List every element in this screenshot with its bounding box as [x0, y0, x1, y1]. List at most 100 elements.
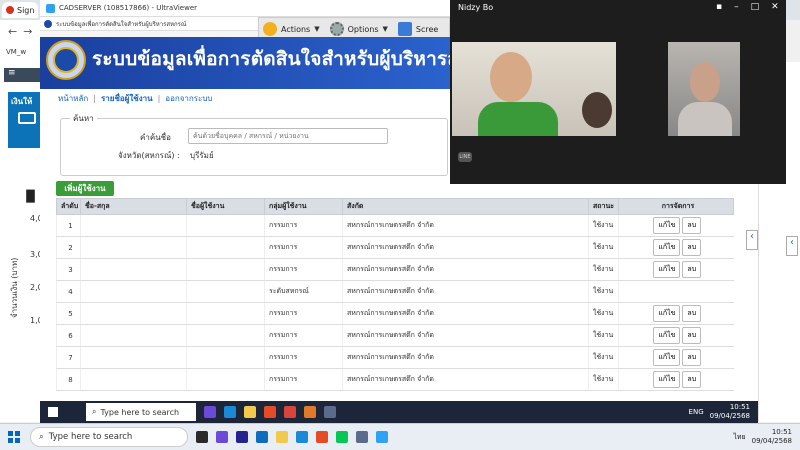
outer-browser-tab[interactable]: Sign	[2, 2, 38, 18]
delete-button[interactable]: ลบ	[682, 239, 702, 256]
delete-button[interactable]: ลบ	[682, 349, 702, 366]
forward-arrow-icon[interactable]: →	[23, 25, 32, 38]
line-icon[interactable]	[336, 431, 348, 443]
row-actions	[618, 280, 734, 303]
caller-video-feed	[452, 42, 616, 136]
search-legend: ค้นหา	[70, 112, 97, 125]
lang-indicator[interactable]: ไทย	[733, 432, 745, 443]
remote-taskbar-search[interactable]: ⌕ Type here to search	[86, 403, 196, 421]
bookmark-vm[interactable]: VM_w	[6, 48, 26, 56]
site-title: ระบบข้อมูลเพื่อการตัดสินใจสำหรับผู้บริหา…	[92, 48, 512, 70]
row-status: ใช้งาน	[588, 324, 619, 347]
table-row: 4 ระดับสหกรณ์ สหกรณ์การเกษตรสตึก จำกัด ใช้ง…	[56, 280, 734, 303]
row-username	[186, 368, 265, 391]
col-header-org: สังกัด	[342, 198, 589, 215]
row-name	[80, 346, 187, 369]
delete-button[interactable]: ลบ	[682, 305, 702, 322]
maximize-icon[interactable]: □	[751, 2, 760, 12]
col-header-group: กลุ่มผู้ใช้งาน	[264, 198, 343, 215]
lang-indicator[interactable]: ENG	[689, 408, 704, 416]
table-row: 6 กรรมการ สหกรณ์การเกษตรสตึก จำกัด ใช้งาน แก…	[56, 324, 734, 347]
file-explorer-icon[interactable]	[276, 431, 288, 443]
row-actions: แก้ไข ลบ	[618, 346, 734, 369]
row-name	[80, 236, 187, 259]
delete-button[interactable]: ลบ	[682, 371, 702, 388]
row-no: 7	[56, 346, 81, 369]
task-view-icon[interactable]	[196, 431, 208, 443]
back-arrow-icon[interactable]: ←	[8, 25, 17, 38]
row-username	[186, 258, 265, 281]
row-org: สหกรณ์การเกษตรสตึก จำกัด	[342, 324, 589, 347]
remote-clock: 10:51 09/04/2568	[710, 403, 750, 421]
chevron-left-icon[interactable]: ‹	[786, 236, 798, 256]
row-name	[80, 324, 187, 347]
actions-menu[interactable]: Actions	[281, 25, 310, 34]
windows-start-icon[interactable]	[48, 407, 58, 417]
chevron-left-icon[interactable]: ‹	[746, 230, 758, 250]
delete-button[interactable]: ลบ	[682, 327, 702, 344]
copilot-icon[interactable]	[204, 406, 216, 418]
province-value: บุรีรัมย์	[190, 151, 214, 160]
hamburger-menu-icon[interactable]: ≡	[4, 68, 40, 82]
row-username	[186, 236, 265, 259]
ultraviewer-taskbar-icon[interactable]	[356, 431, 368, 443]
col-header-actions: การจัดการ	[618, 198, 734, 215]
chrome-icon[interactable]	[316, 431, 328, 443]
row-status: ใช้งาน	[588, 302, 619, 325]
outer-tab-label: Sign	[17, 5, 35, 15]
app-icon[interactable]	[304, 406, 316, 418]
row-group: กรรมการ	[264, 368, 343, 391]
add-user-button[interactable]: เพิ่มผู้ใช้งาน	[56, 181, 114, 196]
row-status: ใช้งาน	[588, 258, 619, 281]
keyword-label: คำค้นชื่อ	[140, 133, 171, 142]
row-org: สหกรณ์การเกษตรสตึก จำกัด	[342, 236, 589, 259]
edit-button[interactable]: แก้ไข	[653, 217, 681, 234]
screen-menu[interactable]: Scree	[416, 25, 438, 34]
delete-button[interactable]: ลบ	[682, 217, 702, 234]
call-caller-name: Nidzy Bo	[458, 3, 494, 12]
search-icon: ⌕	[92, 407, 97, 416]
windows-start-icon[interactable]	[8, 431, 20, 443]
edit-button[interactable]: แก้ไข	[653, 305, 681, 322]
file-explorer-icon[interactable]	[244, 406, 256, 418]
remote-browser-tab[interactable]: ระบบข้อมูลเพื่อการตัดสินใจสำหรับผู้บริหา…	[40, 17, 262, 31]
row-group: ระดับสหกรณ์	[264, 280, 343, 303]
edit-button[interactable]: แก้ไข	[653, 261, 681, 278]
local-taskbar-search[interactable]: ⌕ Type here to search	[30, 427, 188, 447]
edge-icon[interactable]	[296, 431, 308, 443]
remote-time: 10:51	[729, 403, 750, 411]
breadcrumb-home[interactable]: หน้าหลัก	[58, 92, 88, 105]
ultraviewer-taskbar-icon[interactable]	[324, 406, 336, 418]
edit-button[interactable]: แก้ไข	[653, 371, 681, 388]
y-axis-label: จำนวนเงิน (บาท)	[10, 257, 19, 318]
edit-button[interactable]: แก้ไข	[653, 327, 681, 344]
edit-button[interactable]: แก้ไข	[653, 349, 681, 366]
call-window-controls: ▪ – □ ✕	[716, 2, 779, 12]
edit-button[interactable]: แก้ไข	[653, 239, 681, 256]
keyword-input[interactable]	[188, 128, 388, 144]
app-icon[interactable]	[376, 431, 388, 443]
chrome-icon[interactable]	[264, 406, 276, 418]
options-menu[interactable]: Options	[348, 25, 379, 34]
search-icon: ⌕	[39, 432, 44, 442]
pin-icon[interactable]: ▪	[716, 2, 722, 12]
row-username	[186, 346, 265, 369]
close-icon[interactable]: ✕	[771, 2, 779, 12]
row-status: ใช้งาน	[588, 346, 619, 369]
copilot-icon[interactable]	[216, 431, 228, 443]
app-icon[interactable]	[284, 406, 296, 418]
outlook-icon[interactable]	[256, 431, 268, 443]
edge-icon[interactable]	[224, 406, 236, 418]
table-row: 8 กรรมการ สหกรณ์การเกษตรสตึก จำกัด ใช้งาน แก…	[56, 368, 734, 391]
row-actions: แก้ไข ลบ	[618, 258, 734, 281]
delete-button[interactable]: ลบ	[682, 261, 702, 278]
minimize-icon[interactable]: –	[734, 2, 739, 12]
row-group: กรรมการ	[264, 236, 343, 259]
photoshop-icon[interactable]	[236, 431, 248, 443]
breadcrumb-logout[interactable]: ออกจากระบบ	[165, 92, 212, 105]
chevron-down-icon[interactable]: ▼	[383, 25, 388, 33]
local-date: 09/04/2568	[751, 437, 792, 445]
actions-icon	[263, 22, 277, 36]
chevron-down-icon[interactable]: ▼	[314, 25, 319, 33]
breadcrumb-user-list[interactable]: รายชื่อผู้ใช้งาน	[101, 92, 153, 105]
